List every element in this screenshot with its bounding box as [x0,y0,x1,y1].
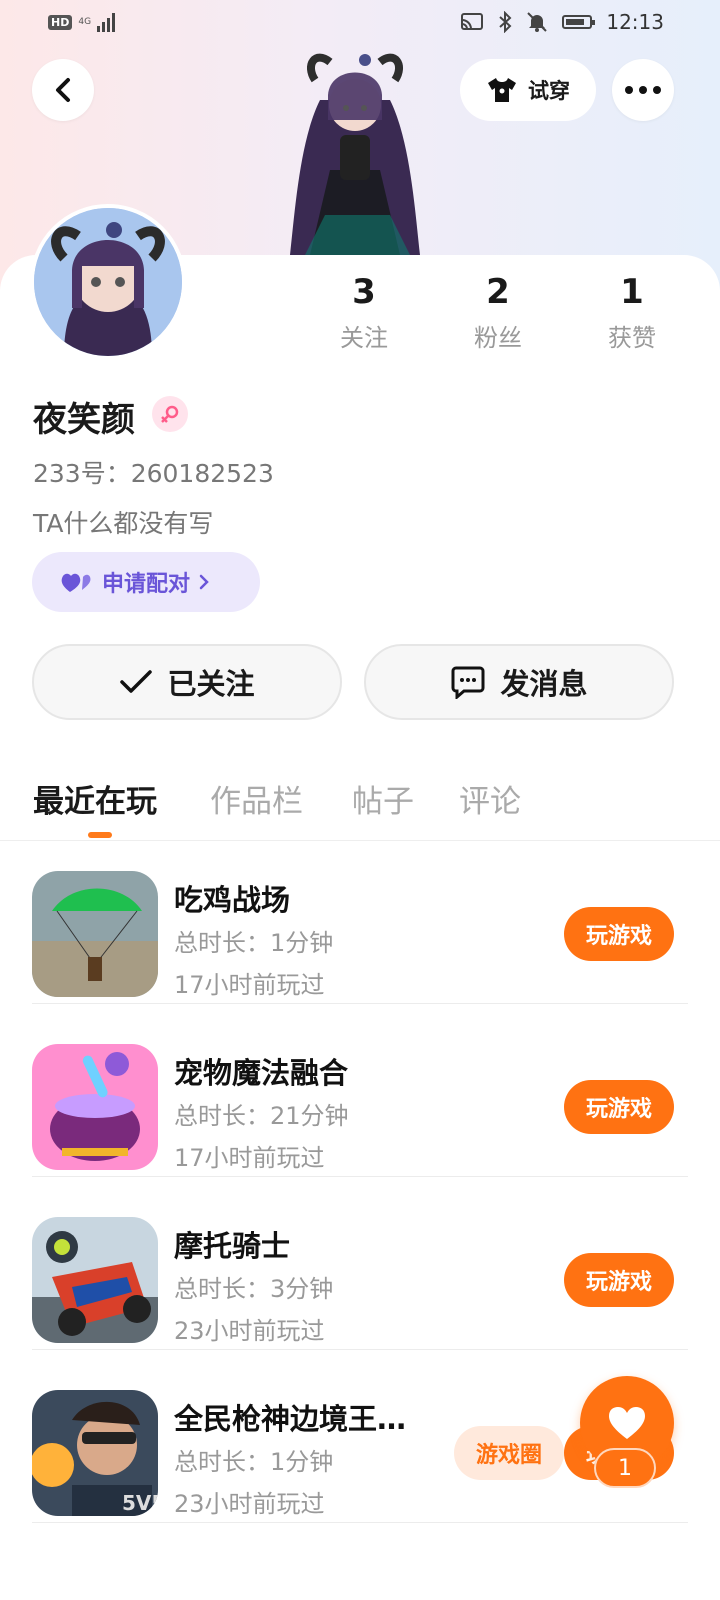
game-name: 摩托骑士 [174,1229,291,1263]
try-on-button[interactable]: 试穿 [460,59,596,121]
signal-icon [97,12,116,32]
stat-label: 获赞 [608,324,656,352]
game-name: 全民枪神边境王… [174,1402,407,1436]
stat-value: 3 [352,272,376,312]
game-icon [32,871,158,997]
game-last-played: 23小时前玩过 [174,1490,325,1518]
back-button[interactable] [32,59,94,121]
user-id: 233号：260182523 [33,459,274,488]
network-type: 4G [78,16,92,27]
following-button[interactable]: 已关注 [32,644,342,720]
mute-bell-icon [527,12,548,32]
like-count-badge: 1 [594,1448,656,1488]
chevron-right-icon [199,574,209,590]
battery-icon [562,15,596,29]
game-duration: 总时长：21分钟 [174,1102,349,1130]
character-figure [290,53,420,255]
tab-posts[interactable]: 帖子 [352,776,414,821]
game-name: 宠物魔法融合 [174,1056,349,1090]
game-name: 吃鸡战场 [174,883,291,917]
tshirt-icon [488,78,516,102]
chevron-left-icon [56,78,70,102]
send-message-button[interactable]: 发消息 [364,644,674,720]
game-duration: 总时长：3分钟 [174,1275,334,1303]
stat-label: 关注 [340,324,388,352]
more-dots-icon [625,86,661,94]
game-last-played: 23小时前玩过 [174,1317,325,1345]
bluetooth-icon [499,11,512,33]
user-bio: TA什么都没有写 [33,509,214,538]
game-last-played: 17小时前玩过 [174,1144,325,1172]
game-icon [32,1044,158,1170]
hearts-icon [61,573,91,592]
stat-likes[interactable]: 1 获赞 [572,272,692,353]
try-on-label: 试穿 [528,79,570,103]
game-item[interactable]: 摩托骑士 总时长：3分钟 23小时前玩过 玩游戏 [32,1199,688,1350]
content-tabs: 最近在玩 作品栏 帖子 评论 [0,770,720,841]
game-item[interactable]: 吃鸡战场 总时长：1分钟 17小时前玩过 玩游戏 [32,853,688,1004]
user-avatar[interactable] [30,204,186,360]
play-game-button[interactable]: 玩游戏 [564,1080,674,1134]
stat-value: 2 [486,272,510,312]
checkmark-icon [120,670,153,693]
game-item[interactable]: 宠物魔法融合 总时长：21分钟 17小时前玩过 玩游戏 [32,1026,688,1177]
tab-comments[interactable]: 评论 [459,776,521,821]
more-button[interactable] [612,59,674,121]
stat-label: 粉丝 [474,324,522,352]
tab-recently-played[interactable]: 最近在玩 [33,776,157,821]
username: 夜笑颜 [33,400,135,440]
game-duration: 总时长：1分钟 [174,1448,334,1476]
game-duration: 总时长：1分钟 [174,929,334,957]
female-gender-icon [152,396,188,432]
avatar-image [34,208,182,356]
active-tab-indicator [88,832,112,838]
tab-works[interactable]: 作品栏 [210,776,303,821]
game-icon: 5V5 [32,1390,158,1516]
hd-badge: HD [48,14,73,30]
stat-followers[interactable]: 2 粉丝 [438,272,558,353]
play-game-button[interactable]: 玩游戏 [564,1253,674,1307]
game-icon [32,1217,158,1343]
request-pair-label: 申请配对 [102,572,191,597]
chat-bubble-icon [451,666,485,699]
status-time: 12:13 [606,10,664,34]
heart-icon [609,1407,645,1439]
svg-text:5V5: 5V5 [122,1491,158,1515]
stat-following[interactable]: 3 关注 [304,272,424,353]
stat-value: 1 [620,272,644,312]
following-label: 已关注 [167,667,255,701]
game-last-played: 17小时前玩过 [174,971,325,999]
game-circle-button[interactable]: 游戏圈 [454,1426,564,1480]
send-message-label: 发消息 [500,667,588,701]
play-game-button[interactable]: 玩游戏 [564,907,674,961]
request-pair-button[interactable]: 申请配对 [32,552,260,612]
cast-icon [461,13,484,30]
